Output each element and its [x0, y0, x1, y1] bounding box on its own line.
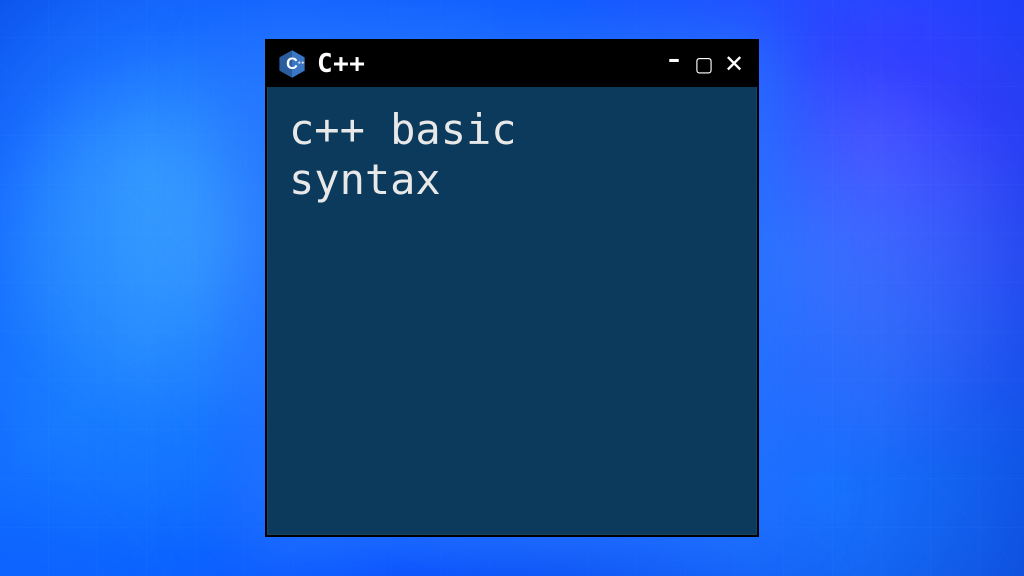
- window-controls: – ▢ ✕: [663, 52, 745, 76]
- terminal-body[interactable]: c++ basic syntax: [267, 87, 757, 535]
- minimize-button[interactable]: –: [663, 47, 685, 71]
- titlebar[interactable]: C + + C++ – ▢ ✕: [267, 41, 757, 87]
- svg-text:+: +: [298, 61, 301, 67]
- cpp-logo-icon: C + +: [277, 49, 307, 79]
- maximize-button[interactable]: ▢: [693, 54, 715, 74]
- terminal-window: C + + C++ – ▢ ✕ c++ basic syntax: [265, 39, 759, 537]
- svg-text:C: C: [286, 55, 298, 73]
- window-title: C++: [317, 49, 365, 79]
- close-button[interactable]: ✕: [723, 52, 745, 76]
- svg-text:+: +: [301, 61, 304, 67]
